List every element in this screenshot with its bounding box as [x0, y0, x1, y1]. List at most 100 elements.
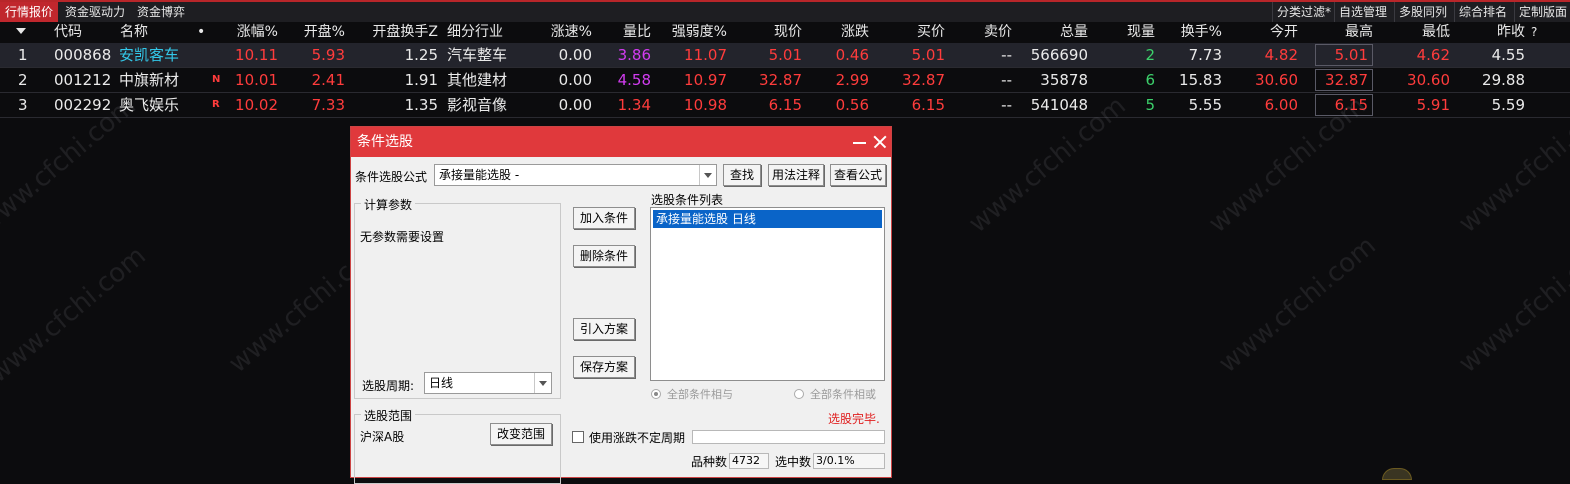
col-ask[interactable]: 卖价 — [960, 22, 1012, 42]
row-change: 0.56 — [835, 96, 869, 114]
row-prev-close: 4.55 — [1491, 46, 1525, 64]
formula-select-value: 承接量能选股 - — [439, 168, 520, 182]
table-row[interactable]: 2 001212 中旗新材 N 10.01 2.41 1.91 其他建材 0.0… — [0, 68, 1570, 93]
row-open-turnover: 1.35 — [404, 96, 438, 114]
period-input[interactable] — [692, 430, 885, 444]
close-icon[interactable] — [871, 129, 889, 153]
row-bid: 6.15 — [911, 96, 945, 114]
tab-composite-rank[interactable]: 综合排名 — [1454, 2, 1511, 22]
row-turnover: 5.55 — [1188, 96, 1222, 114]
radio-all-and[interactable] — [651, 389, 661, 399]
col-low[interactable]: 最低 — [1380, 22, 1450, 42]
col-code[interactable]: 代码 — [54, 22, 82, 42]
period-select[interactable]: 日线 — [424, 372, 552, 394]
col-turnover[interactable]: 换手% — [1160, 22, 1222, 42]
col-industry[interactable]: 细分行业 — [447, 22, 503, 42]
row-open: 30.60 — [1255, 71, 1298, 89]
col-open-turnover[interactable]: 开盘换手Z — [350, 22, 438, 42]
row-strength: 10.98 — [684, 96, 727, 114]
params-group: 计算参数 无参数需要设置 选股周期: 日线 — [354, 196, 561, 399]
row-volume: 566690 — [1030, 46, 1088, 64]
row-change-pct: 10.02 — [235, 96, 278, 114]
col-strength[interactable]: 强弱度% — [655, 22, 727, 42]
row-price: 5.01 — [768, 46, 802, 64]
chevron-down-icon[interactable] — [534, 373, 551, 393]
table-row[interactable]: 3 002292 奥飞娱乐 R 10.02 7.33 1.35 影视音像 0.0… — [0, 93, 1570, 118]
row-industry: 其他建材 — [447, 71, 508, 89]
col-current-volume[interactable]: 现量 — [1100, 22, 1155, 42]
row-open: 4.82 — [1264, 46, 1298, 64]
scope-group: 选股范围 沪深A股 改变范围 — [354, 407, 561, 484]
condition-list[interactable]: 承接量能选股 日线 — [650, 207, 885, 381]
col-change-pct[interactable]: 涨幅% — [218, 22, 278, 42]
row-index: 1 — [18, 46, 28, 64]
delete-condition-button[interactable]: 删除条件 — [573, 245, 635, 267]
table-row[interactable]: 1 000868 安凯客车 10.11 5.93 1.25 汽车整车 0.00 … — [0, 43, 1570, 68]
minimize-icon[interactable] — [851, 129, 869, 153]
col-name[interactable]: 名称 — [120, 22, 148, 42]
row-index: 2 — [18, 71, 28, 89]
col-dot[interactable]: • — [197, 22, 205, 42]
col-change[interactable]: 涨跌 — [810, 22, 869, 42]
find-button[interactable]: 查找 — [723, 164, 761, 186]
row-ask: -- — [1001, 46, 1012, 64]
usage-notes-button[interactable]: 用法注释 — [768, 164, 824, 186]
row-index: 3 — [18, 96, 28, 114]
col-volume-ratio[interactable]: 量比 — [596, 22, 651, 42]
row-current-volume: 2 — [1145, 46, 1155, 64]
col-high[interactable]: 最高 — [1305, 22, 1373, 42]
col-bid[interactable]: 买价 — [880, 22, 945, 42]
col-open[interactable]: 今开 — [1230, 22, 1298, 42]
row-low: 4.62 — [1416, 46, 1450, 64]
row-high: 5.01 — [1315, 44, 1373, 66]
condition-list-title: 选股条件列表 — [651, 193, 724, 207]
done-text: 选股完毕. — [828, 412, 880, 426]
dialog-titlebar[interactable]: 条件选股 — [351, 127, 891, 157]
add-condition-button[interactable]: 加入条件 — [573, 207, 635, 229]
row-ask: -- — [1001, 96, 1012, 114]
chevron-down-icon[interactable] — [699, 165, 716, 185]
row-open-turnover: 1.91 — [404, 71, 438, 89]
scope-group-title: 选股范围 — [361, 407, 416, 424]
row-open-turnover: 1.25 — [404, 46, 438, 64]
watermark: www.cfchi.com — [0, 240, 152, 390]
save-plan-button[interactable]: 保存方案 — [573, 356, 635, 378]
col-price[interactable]: 现价 — [742, 22, 802, 42]
row-prev-close: 5.59 — [1491, 96, 1525, 114]
col-prev-close[interactable]: 昨收 — [1455, 22, 1525, 42]
row-price: 6.15 — [768, 96, 802, 114]
tab-category-filter[interactable]: 分类过滤* — [1272, 2, 1335, 22]
list-item[interactable]: 承接量能选股 日线 — [653, 210, 882, 228]
row-code: 001212 — [54, 71, 112, 89]
selected-value: 3/0.1% — [813, 453, 885, 469]
row-volume: 35878 — [1040, 71, 1088, 89]
period-label: 选股周期: — [362, 379, 415, 393]
change-scope-button[interactable]: 改变范围 — [490, 423, 552, 445]
row-volume-ratio: 4.58 — [617, 71, 651, 89]
row-current-volume: 5 — [1145, 96, 1155, 114]
help-icon[interactable]: ? — [1531, 22, 1537, 42]
tab-watchlist-manage[interactable]: 自选管理 — [1334, 2, 1391, 22]
tab-capital-game[interactable]: 资金博弈 — [132, 2, 190, 22]
triangle-down-icon[interactable] — [16, 28, 26, 34]
col-volume[interactable]: 总量 — [1020, 22, 1088, 42]
tab-quotes[interactable]: 行情报价 — [0, 2, 59, 22]
table-header: 代码 名称 • 涨幅% 开盘% 开盘换手Z 细分行业 涨速% 量比 强弱度% 现… — [0, 22, 1570, 42]
col-speed[interactable]: 涨速% — [530, 22, 592, 42]
col-open-pct[interactable]: 开盘% — [280, 22, 345, 42]
view-formula-button[interactable]: 查看公式 — [830, 164, 886, 186]
formula-select[interactable]: 承接量能选股 - — [434, 164, 717, 186]
row-industry: 影视音像 — [447, 96, 508, 114]
condition-stock-picker-dialog: 条件选股 条件选股公式 承接量能选股 - 查找 用法注释 查看公式 计算参数 无… — [350, 126, 892, 484]
import-plan-button[interactable]: 引入方案 — [573, 318, 635, 340]
tab-custom-layout[interactable]: 定制版面 — [1514, 2, 1570, 22]
use-period-checkbox[interactable] — [572, 431, 584, 443]
row-change-pct: 10.01 — [235, 71, 278, 89]
row-code: 002292 — [54, 96, 112, 114]
tab-capital-drive[interactable]: 资金驱动力 — [60, 2, 130, 22]
radio-all-or[interactable] — [794, 389, 804, 399]
tray-icon[interactable] — [1382, 468, 1412, 480]
row-industry: 汽车整车 — [447, 46, 508, 64]
row-open: 6.00 — [1264, 96, 1298, 114]
tab-multi-stock[interactable]: 多股同列 — [1394, 2, 1451, 22]
